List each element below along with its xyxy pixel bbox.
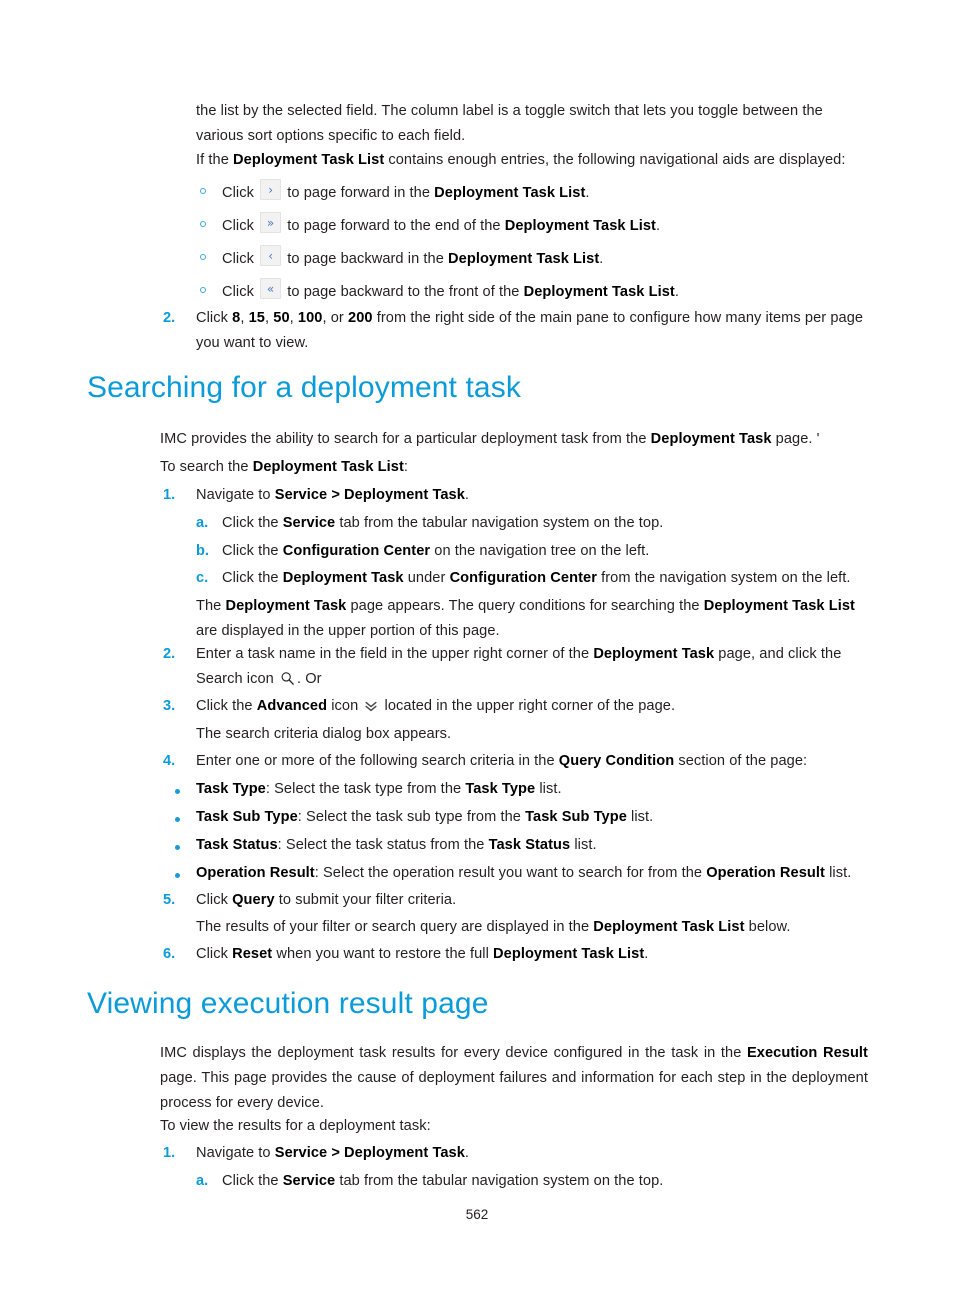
list-marker-2b: 2. xyxy=(163,646,176,662)
list-marker-2: 2. xyxy=(163,310,176,326)
list-marker-3: 3. xyxy=(163,698,176,714)
paragraph-nav-aids-intro: If the Deployment Task List contains eno… xyxy=(196,152,846,168)
section-heading-searching: Searching for a deployment task xyxy=(87,371,521,404)
section-heading-viewing: Viewing execution result page xyxy=(87,987,489,1020)
paragraph-sort-field: the list by the selected field. The colu… xyxy=(196,99,868,149)
list-marker-1b: 1. xyxy=(163,1145,176,1161)
criteria-item-task-sub-type: Task Sub Type: Select the task sub type … xyxy=(196,809,654,825)
double-chevron-right-icon[interactable]: » xyxy=(260,212,282,233)
criteria-item-task-status: Task Status: Select the task status from… xyxy=(196,837,597,853)
paragraph-imc-displays-results: IMC displays the deployment task results… xyxy=(160,1045,868,1111)
criteria-item-task-type: Task Type: Select the task type from the… xyxy=(196,781,562,797)
page-number: 562 xyxy=(465,1207,489,1222)
chevron-right-icon[interactable]: › xyxy=(260,179,282,200)
step-navigate-service-2: Navigate to Service > Deployment Task. xyxy=(196,1145,470,1161)
substep-click-deployment-task: Click the Deployment Task under Configur… xyxy=(222,570,851,586)
term-execution-result: Execution Result xyxy=(746,1045,868,1061)
step-click-reset: Click Reset when you want to restore the… xyxy=(196,946,649,962)
double-chevron-down-icon[interactable] xyxy=(364,699,378,713)
paragraph-to-view-lead: To view the results for a deployment tas… xyxy=(160,1118,431,1134)
sub-bullet-marker xyxy=(200,188,206,194)
step-click-advanced-icon: Click the Advanced icon located in the u… xyxy=(196,698,676,714)
list-marker-b: b. xyxy=(196,543,209,559)
list-marker-4: 4. xyxy=(163,753,176,769)
list-marker-a2: a. xyxy=(196,1173,209,1189)
bullet-marker xyxy=(175,789,180,794)
step-click-query: Click Query to submit your filter criter… xyxy=(196,892,457,908)
paragraph-imc-search-intro: IMC provides the ability to search for a… xyxy=(160,431,820,447)
substep-click-service-tab-2: Click the Service tab from the tabular n… xyxy=(222,1173,664,1189)
search-icon[interactable] xyxy=(280,671,295,686)
step-enter-task-name: Enter a task name in the field in the up… xyxy=(196,646,842,687)
paragraph-to-search-lead: To search the Deployment Task List: xyxy=(160,459,409,475)
list-marker-5: 5. xyxy=(163,892,176,908)
substep-click-configuration-center: Click the Configuration Center on the na… xyxy=(222,543,650,559)
bullet-marker xyxy=(175,845,180,850)
list-marker-c: c. xyxy=(196,570,209,586)
sub-bullet-marker xyxy=(200,254,206,260)
criteria-item-operation-result: Operation Result: Select the operation r… xyxy=(196,865,852,881)
term-deployment-task-list: Deployment Task List xyxy=(233,152,385,168)
substep-click-service-tab: Click the Service tab from the tabular n… xyxy=(222,515,664,531)
note-results-displayed: The results of your filter or search que… xyxy=(196,919,791,935)
chevron-left-icon[interactable]: ‹ xyxy=(260,245,282,266)
bullet-marker xyxy=(175,817,180,822)
sub-bullet-marker xyxy=(200,287,206,293)
nav-aid-item-page-backward: Click ‹ to page backward in the Deployme… xyxy=(222,245,872,272)
list-marker-6: 6. xyxy=(163,946,176,962)
step-enter-search-criteria: Enter one or more of the following searc… xyxy=(196,753,808,769)
note-search-criteria-dialog: The search criteria dialog box appears. xyxy=(196,726,452,742)
list-marker-1: 1. xyxy=(163,487,176,503)
double-chevron-left-icon[interactable]: « xyxy=(260,278,282,299)
step-items-per-page: Click 8, 15, 50, 100, or 200 from the ri… xyxy=(196,310,864,351)
nav-aid-item-page-backward-front: Click « to page backward to the front of… xyxy=(222,278,872,305)
nav-path-service-deployment-task: Service > Deployment Task xyxy=(274,487,465,503)
paragraph-text: the list by the selected field. The colu… xyxy=(196,103,823,144)
nav-aid-item-page-forward-end: Click » to page forward to the end of th… xyxy=(222,212,872,239)
list-marker-a: a. xyxy=(196,515,209,531)
bullet-marker xyxy=(175,873,180,878)
step-navigate-service: Navigate to Service > Deployment Task. xyxy=(196,487,470,503)
sub-bullet-marker xyxy=(200,221,206,227)
note-deployment-task-page-appears: The Deployment Task page appears. The qu… xyxy=(196,598,855,639)
nav-aid-item-page-forward: Click › to page forward in the Deploymen… xyxy=(222,179,872,206)
document-page: the list by the selected field. The colu… xyxy=(0,0,954,1296)
